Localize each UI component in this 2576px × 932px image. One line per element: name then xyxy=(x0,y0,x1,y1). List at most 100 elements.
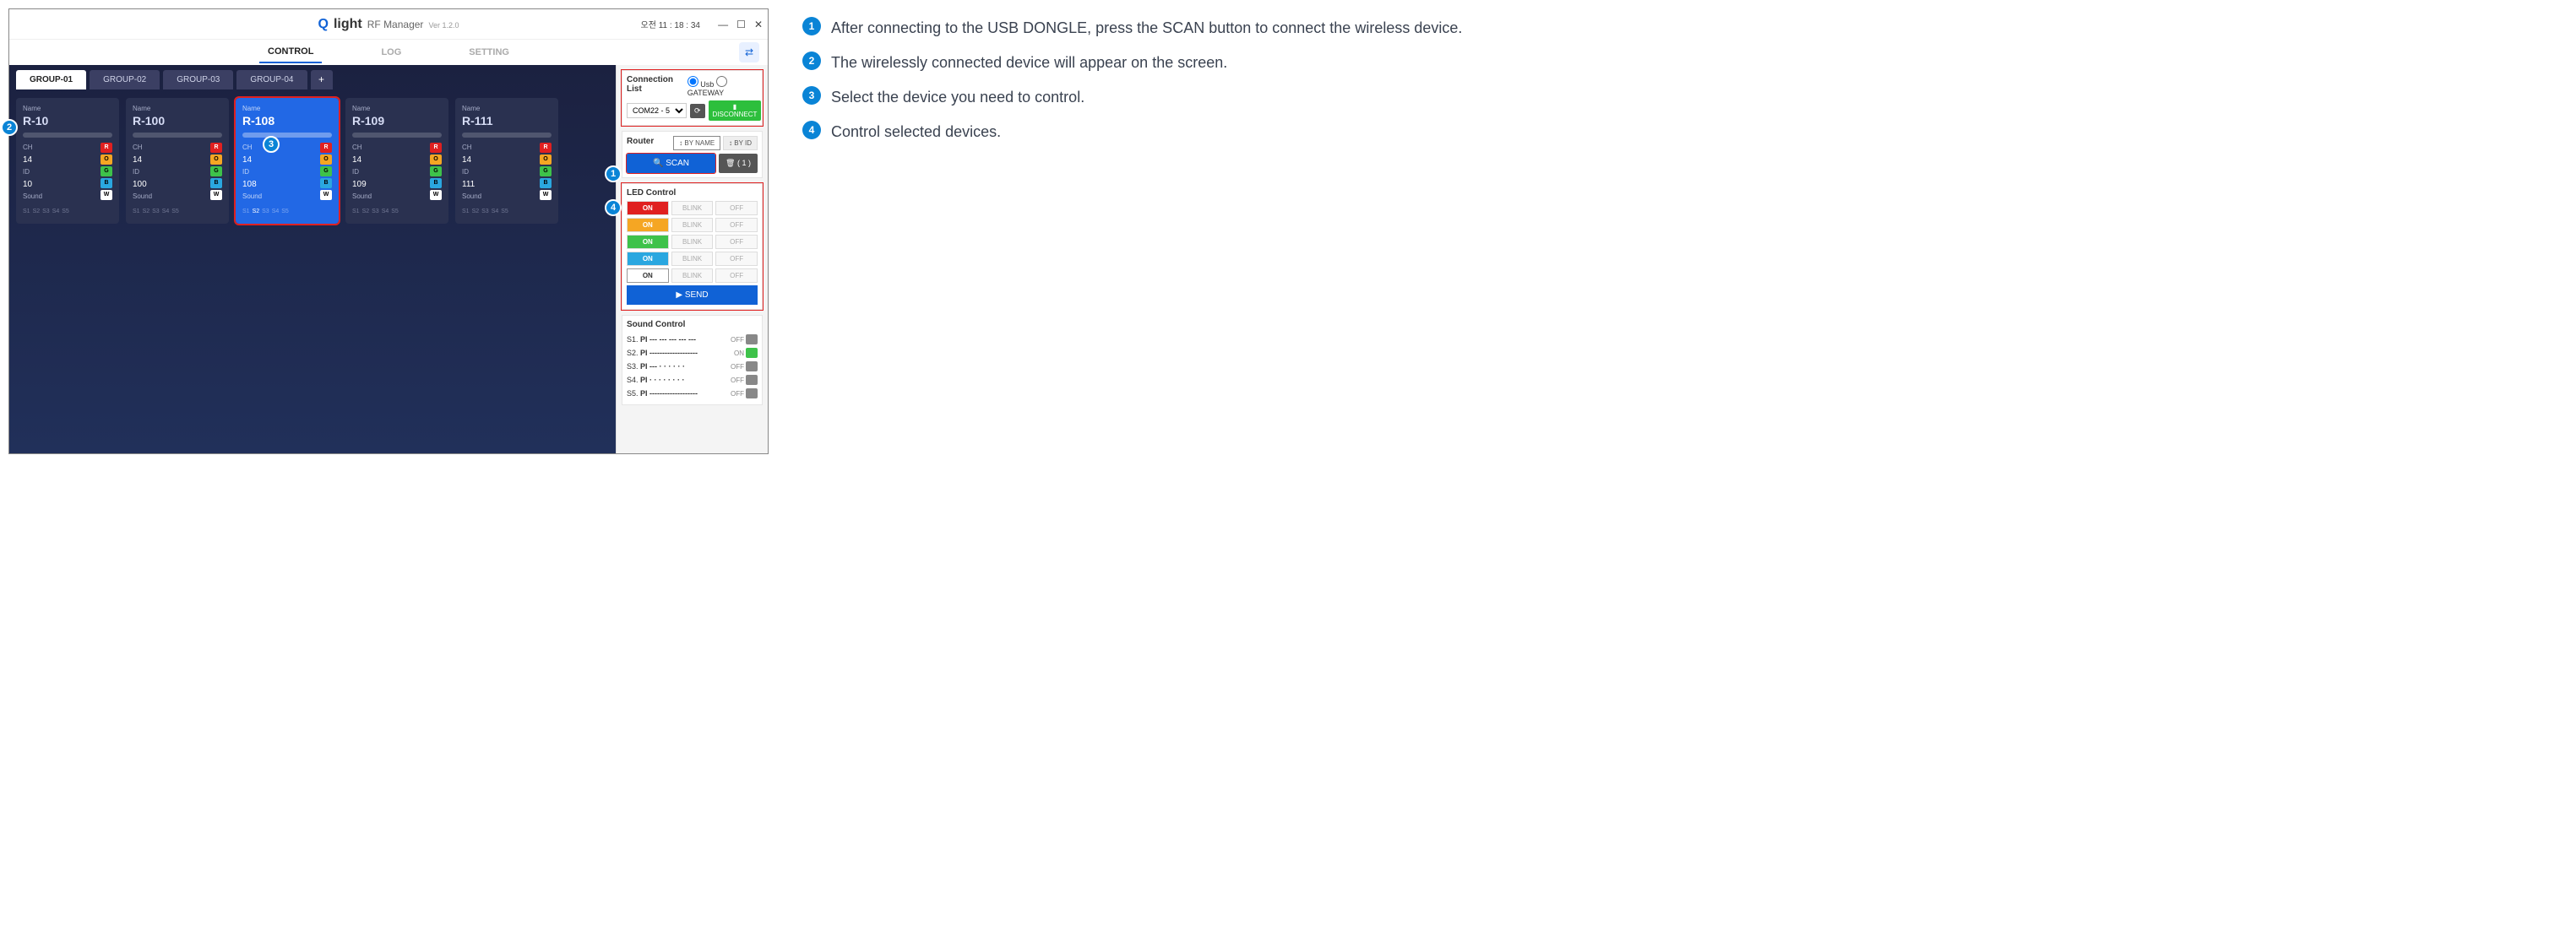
chip-b: B xyxy=(210,178,222,188)
led-blink-w[interactable]: BLINK xyxy=(671,268,714,283)
address-select[interactable]: COM22 - 5 xyxy=(627,103,687,118)
chip-b: B xyxy=(101,178,112,188)
led-blink-b[interactable]: BLINK xyxy=(671,252,714,266)
maximize-button[interactable]: ☐ xyxy=(736,19,746,30)
device-card[interactable]: Name R-100 CH14 ID100 Sound S1S2S3S4S5 R… xyxy=(126,98,229,224)
sound-slot: S5 xyxy=(501,207,508,216)
layout-toggle-button[interactable]: ⇄ xyxy=(739,42,759,62)
sound-toggle[interactable]: OFF xyxy=(731,388,758,398)
sound-row: S2. PI ------------------- ON xyxy=(627,346,758,360)
trash-button[interactable]: 🗑 ( 1 ) xyxy=(719,154,758,173)
sound-slot: S3 xyxy=(372,207,379,216)
sound-slot: S5 xyxy=(62,207,69,216)
callout-3: 3 xyxy=(263,136,280,153)
work-area: GROUP-01GROUP-02GROUP-03GROUP-04+ Name R… xyxy=(9,65,768,453)
led-blink-g[interactable]: BLINK xyxy=(671,235,714,249)
sound-slot: S5 xyxy=(171,207,179,216)
radio-gateway[interactable] xyxy=(716,76,727,87)
device-name: R-100 xyxy=(133,114,222,127)
signal-bar xyxy=(23,133,112,138)
chip-g: G xyxy=(101,166,112,176)
scan-button[interactable]: 🔍 SCAN xyxy=(627,154,715,173)
sound-pattern: S5. PI ------------------- xyxy=(627,389,698,398)
chip-o: O xyxy=(430,154,442,165)
group-tab-4[interactable]: GROUP-04 xyxy=(236,70,307,89)
clock: 오전 11 : 18 : 34 xyxy=(641,18,700,30)
led-blink-o[interactable]: BLINK xyxy=(671,218,714,232)
color-chips: ROGBW xyxy=(540,143,552,200)
led-on-w[interactable]: ON xyxy=(627,268,669,283)
chip-b: B xyxy=(320,178,332,188)
chip-r: R xyxy=(430,143,442,153)
led-off-w[interactable]: OFF xyxy=(715,268,758,283)
sound-slot: S1 xyxy=(23,207,30,216)
led-off-r[interactable]: OFF xyxy=(715,201,758,215)
instruction-number: 4 xyxy=(802,121,821,139)
device-name: R-111 xyxy=(462,114,552,127)
led-on-g[interactable]: ON xyxy=(627,235,669,249)
tab-control[interactable]: CONTROL xyxy=(259,41,322,63)
logo-text: light xyxy=(334,17,362,32)
sound-slot: S2 xyxy=(362,207,370,216)
instruction-item: 2The wirelessly connected device will ap… xyxy=(802,51,2568,74)
sound-toggle[interactable]: OFF xyxy=(731,334,758,344)
led-blink-r[interactable]: BLINK xyxy=(671,201,714,215)
tab-log[interactable]: LOG xyxy=(372,42,410,62)
callout-1: 1 xyxy=(605,165,622,182)
sound-slot: S3 xyxy=(262,207,269,216)
chip-o: O xyxy=(320,154,332,165)
chip-r: R xyxy=(320,143,332,153)
chip-o: O xyxy=(101,154,112,165)
group-tab-1[interactable]: GROUP-01 xyxy=(16,70,86,89)
device-name: R-108 xyxy=(242,114,332,127)
minimize-button[interactable]: — xyxy=(718,19,728,30)
device-card[interactable]: Name R-108 CH14 ID108 Sound S1S2S3S4S5 R… xyxy=(236,98,339,224)
name-label: Name xyxy=(23,105,112,112)
send-button[interactable]: ▶ SEND xyxy=(627,285,758,305)
led-on-r[interactable]: ON xyxy=(627,201,669,215)
connection-title: Connection List xyxy=(627,75,684,94)
led-on-b[interactable]: ON xyxy=(627,252,669,266)
version-label: Ver 1.2.0 xyxy=(428,21,459,30)
name-label: Name xyxy=(242,105,332,112)
tab-setting[interactable]: SETTING xyxy=(460,42,518,62)
instruction-text: Select the device you need to control. xyxy=(831,86,1084,109)
close-button[interactable]: ✕ xyxy=(754,19,763,30)
refresh-button[interactable]: ⟳ xyxy=(690,104,705,118)
sound-slot: S3 xyxy=(152,207,160,216)
led-off-g[interactable]: OFF xyxy=(715,235,758,249)
device-card[interactable]: Name R-10 CH14 ID10 Sound S1S2S3S4S5 ROG… xyxy=(16,98,119,224)
sound-slot: S3 xyxy=(481,207,489,216)
sound-control-section: Sound Control S1. PI --- --- --- --- ---… xyxy=(622,315,763,405)
side-panel: Connection List Usb GATEWAY COM22 - 5 ⟳ … xyxy=(616,65,768,453)
chip-w: W xyxy=(101,190,112,200)
sound-toggle[interactable]: OFF xyxy=(731,361,758,371)
sound-title: Sound Control xyxy=(627,320,758,329)
sound-slot: S4 xyxy=(162,207,170,216)
radio-usb[interactable] xyxy=(687,76,698,87)
led-off-o[interactable]: OFF xyxy=(715,218,758,232)
led-off-b[interactable]: OFF xyxy=(715,252,758,266)
instruction-text: Control selected devices. xyxy=(831,121,1001,144)
sort-by-id-button[interactable]: ↕ BY ID xyxy=(723,136,758,150)
group-tab-2[interactable]: GROUP-02 xyxy=(90,70,160,89)
sound-slot: S4 xyxy=(382,207,389,216)
device-card[interactable]: Name R-111 CH14 ID111 Sound S1S2S3S4S5 R… xyxy=(455,98,558,224)
chip-g: G xyxy=(430,166,442,176)
signal-bar xyxy=(352,133,442,138)
device-card[interactable]: Name R-109 CH14 ID109 Sound S1S2S3S4S5 R… xyxy=(345,98,448,224)
add-group-button[interactable]: + xyxy=(311,70,333,89)
radio-gateway-label: GATEWAY xyxy=(687,89,724,97)
led-on-o[interactable]: ON xyxy=(627,218,669,232)
connection-section: Connection List Usb GATEWAY COM22 - 5 ⟳ … xyxy=(622,70,763,126)
chip-o: O xyxy=(540,154,552,165)
disconnect-button[interactable]: ▮ DISCONNECT xyxy=(709,100,762,121)
sound-slot: S4 xyxy=(272,207,280,216)
sound-pattern: S3. PI --- · · · · · · xyxy=(627,362,685,371)
group-tab-3[interactable]: GROUP-03 xyxy=(163,70,233,89)
router-section: Router ↕ BY NAME ↕ BY ID 🔍 SCAN 🗑 ( 1 ) xyxy=(622,131,763,178)
sound-toggle[interactable]: ON xyxy=(734,348,758,358)
sound-toggle[interactable]: OFF xyxy=(731,375,758,385)
sort-by-name-button[interactable]: ↕ BY NAME xyxy=(673,136,720,150)
callout-2: 2 xyxy=(1,119,18,136)
